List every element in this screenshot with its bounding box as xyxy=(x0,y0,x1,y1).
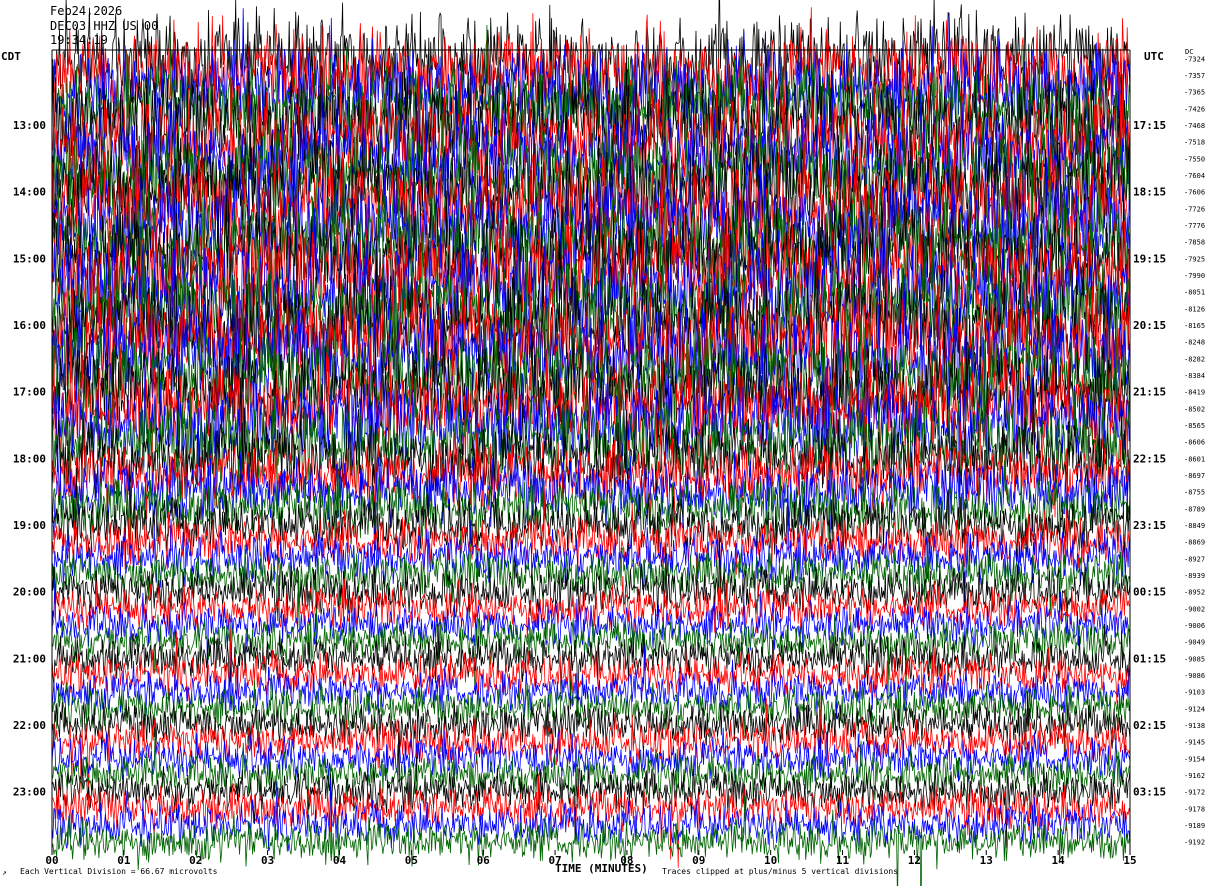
x-tick-label: 13 xyxy=(980,854,993,867)
x-tick-label: 02 xyxy=(189,854,202,867)
dc-offset-value: -9189 xyxy=(1184,822,1205,830)
right-hour-label: 03:15 xyxy=(1133,786,1166,799)
left-hour-label: 18:00 xyxy=(13,452,46,465)
plot-date: Feb24,2026 xyxy=(50,4,123,18)
dc-offset-value: -9086 xyxy=(1184,672,1205,680)
run-time: 19:34:19 xyxy=(50,33,108,47)
dc-offset-value: -7518 xyxy=(1184,139,1205,147)
clip-note: Traces clipped at plus/minus 5 vertical … xyxy=(662,867,899,876)
left-hour-label: 14:00 xyxy=(13,186,46,199)
dc-offset-value: -8384 xyxy=(1184,372,1205,380)
dc-offset-value: -9172 xyxy=(1184,789,1205,797)
x-tick-label: 04 xyxy=(333,854,347,867)
right-hour-label: 01:15 xyxy=(1133,652,1166,665)
dc-offset-value: -9178 xyxy=(1184,805,1205,813)
dc-offset-value: -8952 xyxy=(1184,589,1205,597)
dc-offset-value: -8419 xyxy=(1184,389,1205,397)
left-hour-label: 23:00 xyxy=(13,786,46,799)
dc-offset-value: -7604 xyxy=(1184,172,1205,180)
scale-note: Each Vertical Division = 66.67 microvolt… xyxy=(20,867,218,876)
left-hour-label: 19:00 xyxy=(13,519,46,532)
x-tick-label: 01 xyxy=(117,854,131,867)
x-tick-label: 05 xyxy=(405,854,418,867)
dc-offset-value: -7550 xyxy=(1184,155,1205,163)
left-hour-label: 20:00 xyxy=(13,586,46,599)
dc-offset-value: -7776 xyxy=(1184,222,1205,230)
x-tick-label: 10 xyxy=(764,854,777,867)
right-hour-label: 17:15 xyxy=(1133,119,1166,132)
trace-group xyxy=(51,0,1131,886)
x-tick-label: 12 xyxy=(908,854,921,867)
dc-offset-value: -9049 xyxy=(1184,639,1205,647)
dc-offset-value: -9138 xyxy=(1184,722,1205,730)
dc-offset-value: -8565 xyxy=(1184,422,1205,430)
dc-offset-value: -8126 xyxy=(1184,305,1205,313)
right-hour-label: 00:15 xyxy=(1133,586,1166,599)
dc-offset-value: -7426 xyxy=(1184,105,1205,113)
dc-offset-value: -8601 xyxy=(1184,455,1205,463)
dc-offset-value: -7357 xyxy=(1184,72,1205,80)
helicorder-plot: 00 01 02 03 04 05 06 07 08 09 10 11 12 13 14 1513:0014:… xyxy=(13,0,1205,886)
dc-offset-value: -9006 xyxy=(1184,622,1205,630)
left-hour-label: 15:00 xyxy=(13,252,46,265)
dc-offset-value: -8869 xyxy=(1184,539,1205,547)
dc-offset-value: -9103 xyxy=(1184,689,1205,697)
left-hour-label: 17:00 xyxy=(13,386,46,399)
right-hour-label: 02:15 xyxy=(1133,719,1166,732)
dc-offset-value: -9124 xyxy=(1184,705,1205,713)
dc-offset-value: -8939 xyxy=(1184,572,1205,580)
dc-offset-value: -8697 xyxy=(1184,472,1205,480)
dc-offset-value: -9002 xyxy=(1184,605,1205,613)
x-tick-label: 15 xyxy=(1123,854,1136,867)
right-hour-label: 22:15 xyxy=(1133,452,1166,465)
x-tick-label: 06 xyxy=(477,854,491,867)
x-tick-label: 14 xyxy=(1052,854,1066,867)
right-hour-label: 20:15 xyxy=(1133,319,1166,332)
dc-offset-value: -7726 xyxy=(1184,205,1205,213)
left-hour-label: 13:00 xyxy=(13,119,46,132)
dc-offset-value: -8606 xyxy=(1184,439,1205,447)
dc-offset-value: -8927 xyxy=(1184,555,1205,563)
dc-offset-value: -7468 xyxy=(1184,122,1205,130)
dc-offset-value: -8282 xyxy=(1184,355,1205,363)
right-hour-label: 21:15 xyxy=(1133,386,1166,399)
right-hour-label: 23:15 xyxy=(1133,519,1166,532)
dc-offset-value: -8755 xyxy=(1184,489,1205,497)
right-hour-label: 19:15 xyxy=(1133,252,1166,265)
left-hour-label: 22:00 xyxy=(13,719,46,732)
x-tick-label: 00 xyxy=(45,854,58,867)
x-tick-label: 11 xyxy=(836,854,850,867)
station-code: DEC03 HHZ US 00 xyxy=(50,19,159,33)
dc-offset-value: -7990 xyxy=(1184,272,1205,280)
dc-offset-value: -9154 xyxy=(1184,755,1205,763)
local-timezone-label: CDT xyxy=(1,50,21,63)
corner-arrow-icon: ↗ xyxy=(2,868,7,877)
dc-offset-value: -7925 xyxy=(1184,255,1205,263)
dc-offset-value: -7365 xyxy=(1184,89,1205,97)
dc-offset-value: -7606 xyxy=(1184,189,1205,197)
dc-offset-value: -9085 xyxy=(1184,655,1205,663)
dc-offset-value: -8165 xyxy=(1184,322,1205,330)
dc-offset-value: -7324 xyxy=(1184,55,1205,63)
dc-offset-value: -8248 xyxy=(1184,339,1205,347)
x-axis-label: TIME (MINUTES) xyxy=(555,862,648,875)
dc-offset-value: -9162 xyxy=(1184,772,1205,780)
utc-timezone-label: UTC xyxy=(1144,50,1164,63)
dc-offset-value: -8051 xyxy=(1184,289,1205,297)
left-hour-label: 21:00 xyxy=(13,652,46,665)
x-tick-label: 03 xyxy=(261,854,274,867)
dc-offset-header: DC xyxy=(1185,48,1194,56)
dc-offset-value: -7858 xyxy=(1184,239,1205,247)
dc-offset-value: -8849 xyxy=(1184,522,1205,530)
dc-offset-value: -8789 xyxy=(1184,505,1205,513)
dc-offset-value: -8502 xyxy=(1184,405,1205,413)
x-tick-label: 09 xyxy=(692,854,705,867)
dc-offset-value: -9192 xyxy=(1184,839,1205,847)
dc-offset-value: -9145 xyxy=(1184,739,1205,747)
left-hour-label: 16:00 xyxy=(13,319,46,332)
right-hour-label: 18:15 xyxy=(1133,186,1166,199)
